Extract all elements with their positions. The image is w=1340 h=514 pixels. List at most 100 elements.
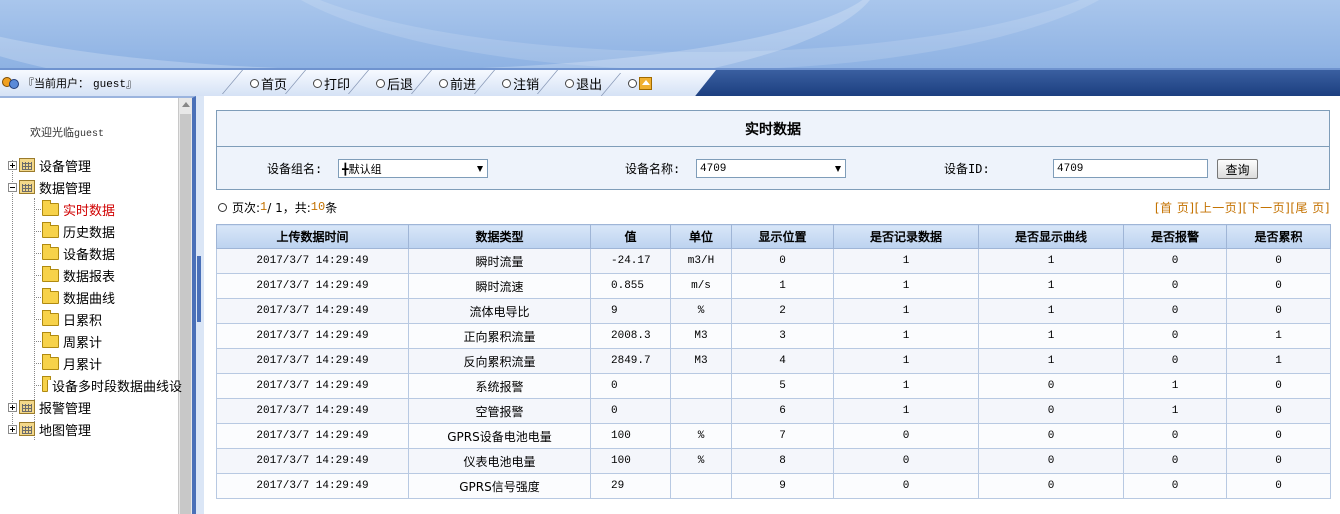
- folder-icon: [42, 331, 59, 348]
- last-page-link[interactable]: [尾 页]: [1290, 201, 1330, 215]
- table-cell: 瞬时流速: [408, 273, 591, 299]
- data-table: 上传数据时间 数据类型 值 单位 显示位置 是否记录数据 是否显示曲线 是否报警…: [216, 224, 1331, 499]
- table-cell: 1: [978, 323, 1124, 349]
- table-cell: 0: [1123, 423, 1227, 449]
- table-cell: 0: [1123, 448, 1227, 474]
- folder-icon: [42, 309, 59, 326]
- col-data-type[interactable]: 数据类型: [408, 224, 591, 249]
- tree-item-daily-total[interactable]: 日累积: [0, 308, 182, 330]
- folder-icon: [42, 221, 59, 238]
- table-cell: 0: [731, 248, 834, 274]
- tree-group-alarm-management[interactable]: 报警管理: [0, 396, 182, 418]
- col-alarm[interactable]: 是否报警: [1123, 224, 1227, 249]
- menu-logout[interactable]: 注销: [502, 74, 539, 93]
- table-cell: 1: [833, 348, 979, 374]
- table-cell: %: [670, 298, 732, 324]
- expand-icon[interactable]: [8, 424, 17, 434]
- expand-icon[interactable]: [8, 402, 17, 412]
- table-cell: 0: [1226, 448, 1331, 474]
- home-icon: [639, 76, 653, 90]
- table-cell: 2008.3: [590, 323, 671, 349]
- current-user-box: 『当前用户： guest』: [0, 70, 196, 96]
- table-cell: 流体电导比: [408, 298, 591, 324]
- col-unit[interactable]: 单位: [670, 224, 732, 249]
- table-cell: 1: [833, 248, 979, 274]
- bullet-icon: [565, 78, 575, 88]
- table-cell: 6: [731, 398, 834, 424]
- tree-item-monthly-total[interactable]: 月累计: [0, 352, 182, 374]
- table-cell: 5: [731, 373, 834, 399]
- table-cell: %: [670, 423, 732, 449]
- search-button[interactable]: 查询: [1217, 159, 1258, 179]
- tree-item-data-report[interactable]: 数据报表: [0, 264, 182, 286]
- main-content: 实时数据 设备组名: ╋默认组 设备名称: 4709 设备ID: 4709 查询…: [204, 96, 1340, 514]
- first-page-link[interactable]: [首 页]: [1155, 201, 1195, 215]
- splitter-handle[interactable]: [197, 256, 201, 322]
- next-page-link[interactable]: [下一页]: [1242, 201, 1290, 215]
- folder-icon: [42, 353, 59, 370]
- col-accumulate[interactable]: 是否累积: [1226, 224, 1331, 249]
- tree-item-data-curve[interactable]: 数据曲线: [0, 286, 182, 308]
- table-cell: m/s: [670, 273, 732, 299]
- bullet-icon: [439, 78, 449, 88]
- table-body: 2017/3/7 14:29:49 瞬时流量 -24.17 m3/H 0 1 1 0 0 2017…: [216, 248, 1331, 499]
- tree-item-device-data[interactable]: 设备数据: [0, 242, 182, 264]
- col-value[interactable]: 值: [590, 224, 671, 249]
- menu-forward[interactable]: 前进: [439, 74, 476, 93]
- menu-homepage-icon-item[interactable]: [628, 76, 653, 90]
- current-page: 1: [260, 200, 268, 214]
- menu-home[interactable]: 首页: [250, 74, 287, 93]
- table-cell: 9: [590, 298, 671, 324]
- pager: 页次: 1 / 1，共: 10 条 [首 页][上一页][下一页][尾 页]: [216, 196, 1330, 218]
- col-display-position[interactable]: 显示位置: [731, 224, 834, 249]
- bullet-icon: [628, 78, 638, 88]
- table-cell: 2017/3/7 14:29:49: [216, 423, 409, 449]
- tree-group-device-management[interactable]: 设备管理: [0, 154, 182, 176]
- device-group-select[interactable]: ╋默认组: [338, 159, 488, 178]
- table-cell: %: [670, 448, 732, 474]
- col-upload-time[interactable]: 上传数据时间: [216, 224, 409, 249]
- table-cell: 0: [1226, 373, 1331, 399]
- table-cell: 瞬时流量: [408, 248, 591, 274]
- sidebar-splitter[interactable]: [196, 96, 204, 514]
- folder-grid-icon: [19, 400, 35, 414]
- collapse-icon[interactable]: [8, 182, 17, 192]
- tree-item-realtime-data[interactable]: 实时数据: [0, 198, 182, 220]
- table-cell: M3: [670, 348, 732, 374]
- table-cell: 0: [1226, 248, 1331, 274]
- tree-item-weekly-total[interactable]: 周累计: [0, 330, 182, 352]
- menu-back[interactable]: 后退: [376, 74, 413, 93]
- table-cell: 7: [731, 423, 834, 449]
- col-record-data[interactable]: 是否记录数据: [833, 224, 979, 249]
- prev-page-link[interactable]: [上一页]: [1195, 201, 1243, 215]
- table-cell: 2017/3/7 14:29:49: [216, 448, 409, 474]
- table-cell: 仪表电池电量: [408, 448, 591, 474]
- col-show-curve[interactable]: 是否显示曲线: [978, 224, 1124, 249]
- tree-item-multi-period-curve[interactable]: 设备多时段数据曲线设: [0, 374, 182, 396]
- table-cell: m3/H: [670, 248, 732, 274]
- expand-icon[interactable]: [8, 160, 17, 170]
- tree-group-map-management[interactable]: 地图管理: [0, 418, 182, 440]
- table-row: 2017/3/7 14:29:49 仪表电池电量 100% 8 0 0 0 0: [216, 448, 1331, 474]
- bullet-icon: [376, 78, 386, 88]
- table-cell: 1: [833, 273, 979, 299]
- menu-print[interactable]: 打印: [313, 74, 350, 93]
- table-cell: 0: [1226, 473, 1331, 499]
- table-row: 2017/3/7 14:29:49 GPRS信号强度 29 9 0 0 0 0: [216, 473, 1331, 499]
- device-id-input[interactable]: 4709: [1053, 159, 1208, 178]
- table-cell: 100: [590, 423, 671, 449]
- table-row: 2017/3/7 14:29:49 空管报警 0 6 1 0 1 0: [216, 398, 1331, 424]
- table-cell: 正向累积流量: [408, 323, 591, 349]
- table-cell: [670, 473, 732, 499]
- device-name-select[interactable]: 4709: [696, 159, 846, 178]
- menu-exit[interactable]: 退出: [565, 74, 602, 93]
- table-cell: 0: [978, 398, 1124, 424]
- table-row: 2017/3/7 14:29:49 反向累积流量 2849.7 M3 4 1 1 0 1: [216, 348, 1331, 374]
- tree-group-data-management[interactable]: 数据管理: [0, 176, 182, 198]
- tree-item-history-data[interactable]: 历史数据: [0, 220, 182, 242]
- scroll-up-icon[interactable]: [182, 102, 190, 107]
- table-cell: 1: [1123, 373, 1227, 399]
- table-cell: [670, 398, 732, 424]
- device-id-label: 设备ID:: [944, 162, 990, 176]
- table-cell: 0: [1123, 323, 1227, 349]
